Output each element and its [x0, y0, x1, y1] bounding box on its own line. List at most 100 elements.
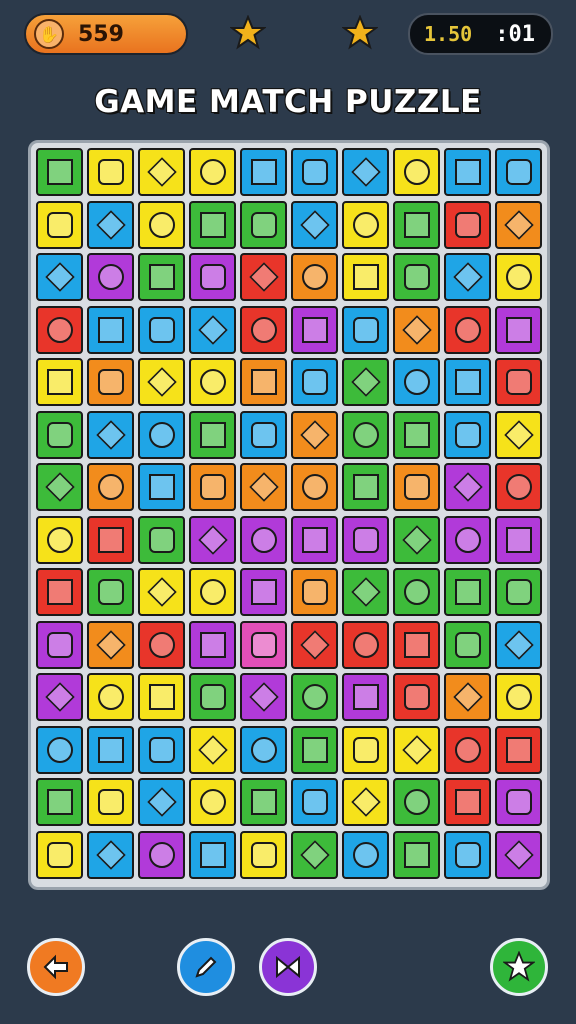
- tile[interactable]: [189, 358, 236, 406]
- tile[interactable]: [138, 463, 185, 511]
- tile[interactable]: [36, 358, 83, 406]
- tile[interactable]: [291, 568, 338, 616]
- tile[interactable]: [240, 673, 287, 721]
- tile[interactable]: [189, 515, 236, 564]
- tile[interactable]: [36, 148, 83, 196]
- tile[interactable]: [495, 200, 542, 249]
- tile[interactable]: [240, 568, 287, 616]
- tile[interactable]: [36, 778, 83, 826]
- tile[interactable]: [342, 200, 389, 249]
- tile[interactable]: [36, 673, 83, 721]
- tile[interactable]: [495, 148, 542, 196]
- tile[interactable]: [495, 568, 542, 616]
- tile[interactable]: [393, 830, 440, 879]
- tile[interactable]: [36, 200, 83, 249]
- tile[interactable]: [495, 358, 542, 406]
- tile[interactable]: [495, 830, 542, 879]
- tile[interactable]: [393, 358, 440, 406]
- tile[interactable]: [393, 620, 440, 669]
- tile[interactable]: [87, 148, 134, 196]
- tile[interactable]: [189, 673, 236, 721]
- tile[interactable]: [240, 305, 287, 354]
- tile[interactable]: [291, 148, 338, 196]
- tile[interactable]: [393, 253, 440, 301]
- tile[interactable]: [189, 620, 236, 669]
- tile[interactable]: [138, 778, 185, 826]
- tile[interactable]: [393, 778, 440, 826]
- back-button[interactable]: [27, 938, 85, 996]
- tile[interactable]: [291, 515, 338, 564]
- tile[interactable]: [189, 778, 236, 826]
- tile[interactable]: [87, 673, 134, 721]
- tile[interactable]: [87, 830, 134, 879]
- tile[interactable]: [87, 305, 134, 354]
- tile[interactable]: [138, 305, 185, 354]
- tile[interactable]: [240, 200, 287, 249]
- tile[interactable]: [495, 253, 542, 301]
- tile[interactable]: [393, 305, 440, 354]
- tile[interactable]: [189, 410, 236, 459]
- tile[interactable]: [342, 568, 389, 616]
- tile[interactable]: [240, 148, 287, 196]
- tile[interactable]: [444, 200, 491, 249]
- tile[interactable]: [444, 358, 491, 406]
- tile[interactable]: [240, 778, 287, 826]
- tile[interactable]: [495, 620, 542, 669]
- tile[interactable]: [189, 725, 236, 774]
- tile[interactable]: [342, 673, 389, 721]
- tile[interactable]: [87, 358, 134, 406]
- tile[interactable]: [36, 305, 83, 354]
- tile[interactable]: [342, 253, 389, 301]
- hint-button[interactable]: [177, 938, 235, 996]
- tile[interactable]: [240, 253, 287, 301]
- tile[interactable]: [393, 568, 440, 616]
- tile[interactable]: [291, 200, 338, 249]
- tile[interactable]: [393, 410, 440, 459]
- tile[interactable]: [138, 725, 185, 774]
- tile[interactable]: [36, 463, 83, 511]
- tile[interactable]: [189, 253, 236, 301]
- tile[interactable]: [87, 410, 134, 459]
- tile[interactable]: [495, 778, 542, 826]
- tile[interactable]: [138, 620, 185, 669]
- tile[interactable]: [291, 253, 338, 301]
- tile[interactable]: [291, 620, 338, 669]
- tile[interactable]: [189, 148, 236, 196]
- tile[interactable]: [444, 568, 491, 616]
- tile[interactable]: [36, 515, 83, 564]
- tile[interactable]: [36, 830, 83, 879]
- tile[interactable]: [240, 358, 287, 406]
- tile[interactable]: [495, 463, 542, 511]
- tile[interactable]: [393, 673, 440, 721]
- tile[interactable]: [393, 200, 440, 249]
- tile[interactable]: [138, 830, 185, 879]
- tile[interactable]: [291, 305, 338, 354]
- tile[interactable]: [87, 568, 134, 616]
- tile[interactable]: [444, 410, 491, 459]
- tile[interactable]: [240, 515, 287, 564]
- shuffle-button[interactable]: [259, 938, 317, 996]
- star-button[interactable]: [490, 938, 548, 996]
- tile[interactable]: [291, 358, 338, 406]
- tile[interactable]: [342, 778, 389, 826]
- tile[interactable]: [342, 725, 389, 774]
- tile[interactable]: [291, 830, 338, 879]
- tile[interactable]: [291, 673, 338, 721]
- tile[interactable]: [342, 515, 389, 564]
- tile[interactable]: [495, 410, 542, 459]
- tile[interactable]: [87, 515, 134, 564]
- tile[interactable]: [342, 358, 389, 406]
- tile[interactable]: [291, 410, 338, 459]
- tile[interactable]: [495, 305, 542, 354]
- tile[interactable]: [444, 830, 491, 879]
- tile[interactable]: [444, 725, 491, 774]
- tile[interactable]: [393, 725, 440, 774]
- tile[interactable]: [444, 305, 491, 354]
- tile[interactable]: [87, 463, 134, 511]
- tile[interactable]: [444, 253, 491, 301]
- tile[interactable]: [138, 200, 185, 249]
- tile[interactable]: [138, 568, 185, 616]
- tile[interactable]: [138, 410, 185, 459]
- tile[interactable]: [393, 515, 440, 564]
- tile[interactable]: [138, 515, 185, 564]
